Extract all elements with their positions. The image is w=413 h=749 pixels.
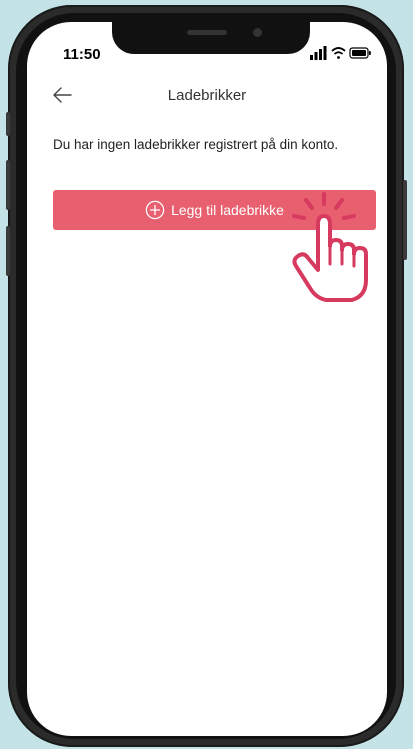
tap-hand-icon — [292, 192, 368, 302]
plus-circle-icon — [145, 200, 165, 220]
notch — [112, 22, 310, 54]
battery-icon — [349, 47, 371, 59]
wifi-icon — [331, 47, 346, 59]
app-screen: 11:50 Ladebrikker Du har ingen ladebrikk… — [27, 22, 387, 736]
add-charging-tag-label: Legg til ladebrikke — [171, 202, 284, 218]
empty-state-message: Du har ingen ladebrikker registrert på d… — [53, 137, 339, 152]
speaker — [187, 30, 227, 35]
phone-side-button-power — [403, 180, 407, 260]
signal-icon — [310, 46, 327, 60]
status-time: 11:50 — [63, 46, 101, 63]
page-title: Ladebrikker — [167, 87, 247, 104]
phone-side-button-volume-up — [6, 160, 10, 210]
phone-side-button-mute — [6, 112, 10, 136]
front-camera — [253, 28, 262, 37]
status-icons — [310, 46, 371, 60]
phone-side-button-volume-down — [6, 226, 10, 276]
